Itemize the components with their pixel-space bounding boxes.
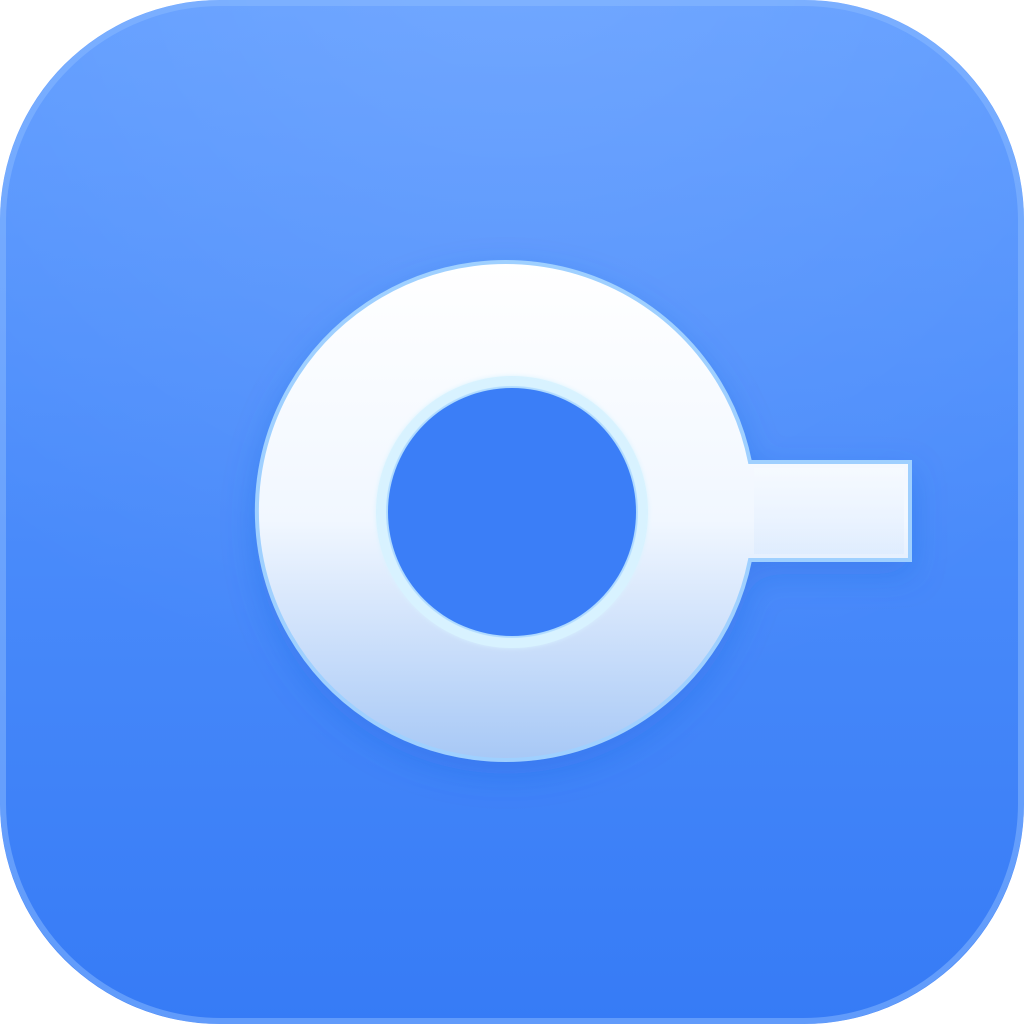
- app-icon-tile: [0, 0, 1024, 1024]
- app-icon: [0, 0, 1024, 1024]
- tab-highlight: [754, 468, 904, 554]
- ring-hole: [388, 388, 636, 636]
